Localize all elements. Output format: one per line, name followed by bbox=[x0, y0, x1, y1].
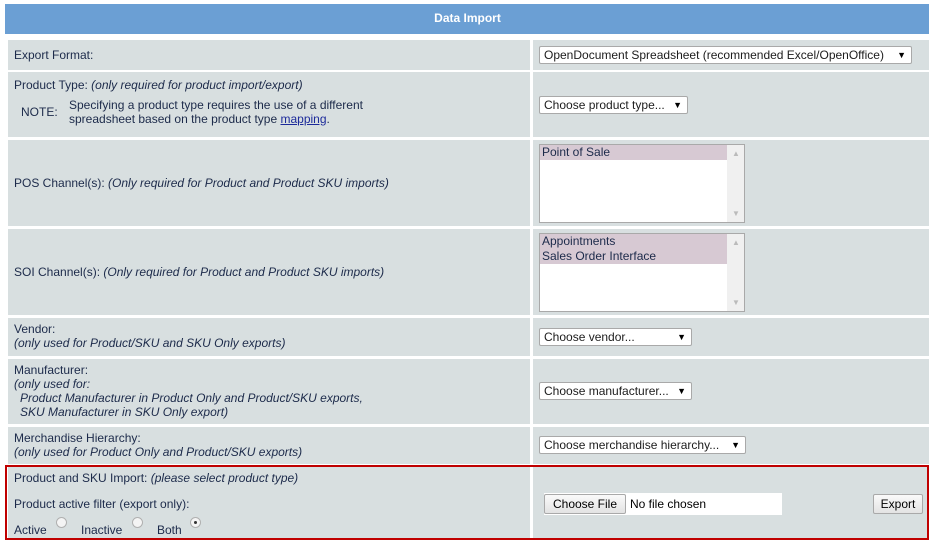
product-type-select-value: Choose product type... bbox=[544, 98, 665, 112]
manufacturer-label: Manufacturer: bbox=[14, 363, 89, 377]
chevron-down-icon: ▼ bbox=[731, 440, 740, 450]
pos-channel-listbox[interactable]: Point of Sale ▲ ▼ bbox=[539, 144, 745, 223]
product-type-value-cell: Choose product type... ▼ bbox=[533, 72, 929, 137]
product-type-note-label: NOTE: bbox=[21, 105, 58, 119]
chevron-down-icon: ▼ bbox=[673, 100, 682, 110]
merch-select-value: Choose merchandise hierarchy... bbox=[544, 438, 720, 452]
vendor-label: Vendor: bbox=[14, 322, 56, 336]
scrollbar[interactable]: ▲ ▼ bbox=[727, 145, 744, 222]
import-section-highlight bbox=[5, 465, 929, 540]
vendor-select[interactable]: Choose vendor... ▼ bbox=[539, 328, 692, 346]
page-title: Data Import bbox=[434, 11, 501, 25]
manufacturer-value-cell: Choose manufacturer... ▼ bbox=[533, 359, 929, 424]
merch-value-cell: Choose merchandise hierarchy... ▼ bbox=[533, 427, 929, 464]
soi-channel-label: SOI Channel(s): bbox=[14, 265, 101, 279]
soi-channel-value-cell: Appointments Sales Order Interface ▲ ▼ bbox=[533, 229, 929, 315]
scroll-down-icon[interactable]: ▼ bbox=[732, 298, 740, 307]
product-type-label: Product Type: bbox=[14, 78, 88, 92]
export-format-select[interactable]: OpenDocument Spreadsheet (recommended Ex… bbox=[539, 46, 912, 64]
pos-channel-value-cell: Point of Sale ▲ ▼ bbox=[533, 140, 929, 226]
vendor-select-value: Choose vendor... bbox=[544, 330, 635, 344]
product-type-select[interactable]: Choose product type... ▼ bbox=[539, 96, 688, 114]
scroll-up-icon[interactable]: ▲ bbox=[732, 238, 740, 247]
manufacturer-hint3: SKU Manufacturer in SKU Only export) bbox=[20, 405, 229, 419]
soi-channel-hint: (Only required for Product and Product S… bbox=[103, 265, 385, 279]
export-format-value-cell: OpenDocument Spreadsheet (recommended Ex… bbox=[533, 40, 929, 70]
soi-channel-label-cell: SOI Channel(s): (Only required for Produ… bbox=[8, 229, 530, 315]
manufacturer-hint2: Product Manufacturer in Product Only and… bbox=[20, 391, 363, 405]
manufacturer-hint1: (only used for: bbox=[14, 377, 91, 391]
chevron-down-icon: ▼ bbox=[677, 386, 686, 396]
manufacturer-label-cell: Manufacturer: (only used for: Product Ma… bbox=[8, 359, 530, 424]
scrollbar[interactable]: ▲ ▼ bbox=[727, 234, 744, 311]
soi-channel-listbox[interactable]: Appointments Sales Order Interface ▲ ▼ bbox=[539, 233, 745, 312]
merch-label: Merchandise Hierarchy: bbox=[14, 431, 141, 445]
merch-label-cell: Merchandise Hierarchy: (only used for Pr… bbox=[8, 427, 530, 464]
export-format-label: Export Format: bbox=[14, 48, 94, 62]
pos-channel-option[interactable]: Point of Sale bbox=[540, 145, 727, 160]
merch-hint: (only used for Product Only and Product/… bbox=[14, 445, 303, 459]
chevron-down-icon: ▼ bbox=[897, 50, 906, 60]
soi-channel-option[interactable]: Appointments bbox=[540, 234, 727, 249]
merch-select[interactable]: Choose merchandise hierarchy... ▼ bbox=[539, 436, 746, 454]
product-type-label-cell: Product Type: (only required for product… bbox=[8, 72, 530, 137]
pos-channel-hint: (Only required for Product and Product S… bbox=[108, 176, 389, 190]
export-format-label-cell: Export Format: bbox=[8, 40, 530, 70]
product-type-note-line1: Specifying a product type requires the u… bbox=[69, 98, 363, 112]
pos-channel-label: POS Channel(s): bbox=[14, 176, 105, 190]
scroll-up-icon[interactable]: ▲ bbox=[732, 149, 740, 158]
vendor-label-cell: Vendor: (only used for Product/SKU and S… bbox=[8, 318, 530, 356]
product-type-note-line2: spreadsheet based on the product type bbox=[69, 112, 278, 126]
pos-channel-label-cell: POS Channel(s): (Only required for Produ… bbox=[8, 140, 530, 226]
product-type-note-end: . bbox=[326, 112, 330, 126]
soi-channel-option[interactable]: Sales Order Interface bbox=[540, 249, 727, 264]
page-header: Data Import bbox=[5, 4, 929, 34]
vendor-hint: (only used for Product/SKU and SKU Only … bbox=[14, 336, 286, 350]
scroll-down-icon[interactable]: ▼ bbox=[732, 209, 740, 218]
vendor-value-cell: Choose vendor... ▼ bbox=[533, 318, 929, 356]
export-format-select-value: OpenDocument Spreadsheet (recommended Ex… bbox=[544, 48, 884, 62]
chevron-down-icon: ▼ bbox=[677, 332, 686, 342]
mapping-link[interactable]: mapping bbox=[281, 112, 327, 126]
manufacturer-select[interactable]: Choose manufacturer... ▼ bbox=[539, 382, 692, 400]
manufacturer-select-value: Choose manufacturer... bbox=[544, 384, 669, 398]
product-type-hint: (only required for product import/export… bbox=[91, 78, 303, 92]
